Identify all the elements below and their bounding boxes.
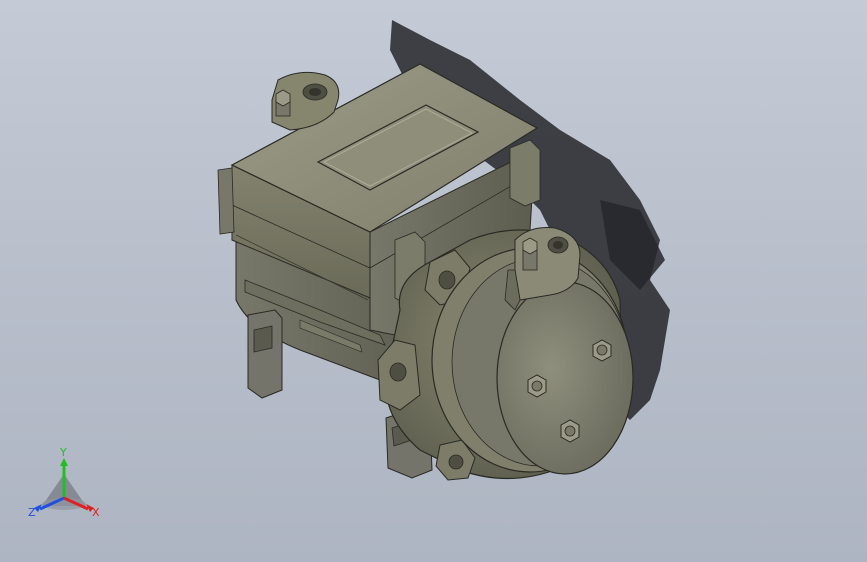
rear-bolt-head — [275, 89, 291, 107]
flange-lug-left-hole — [389, 362, 407, 382]
cap-bolt-left[interactable] — [527, 374, 547, 398]
flange-lug-bottom-hole — [448, 454, 464, 470]
reference-triad[interactable]: Y X Z — [24, 446, 104, 522]
mounting-boss-rear-hole-inner — [309, 88, 321, 96]
flange-lug-top-hole — [438, 270, 456, 290]
triad-x-label: X — [92, 506, 100, 519]
compressor-model[interactable] — [0, 0, 867, 562]
mounting-foot-left-slot — [253, 325, 273, 353]
graphics-viewport[interactable]: Y X Z — [0, 0, 867, 562]
cover-clip-right — [509, 139, 541, 207]
triad-y-label: Y — [59, 446, 67, 459]
triad-z-label: Z — [28, 506, 36, 519]
cap-bolt-top[interactable] — [592, 339, 612, 362]
discharge-port-hole-inner — [553, 241, 563, 249]
cap-bolt-bottom[interactable] — [560, 419, 580, 443]
end-cap[interactable] — [496, 281, 634, 475]
mounting-foot-left[interactable] — [247, 309, 283, 399]
cover-clip-left — [217, 167, 235, 235]
triad-y-arrow — [60, 458, 68, 466]
port-bolt-head — [522, 237, 538, 255]
